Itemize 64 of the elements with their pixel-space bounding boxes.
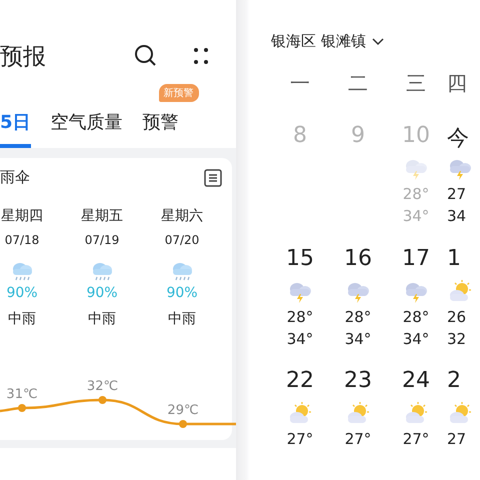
day-number[interactable]: 22: [286, 368, 314, 396]
precipitation-chance: 90%: [86, 285, 118, 301]
weekday-label: 星期四: [1, 207, 43, 225]
low-temperature: 27°: [402, 430, 430, 448]
low-temperature: 26: [447, 308, 466, 326]
chevron-down-icon[interactable]: [372, 38, 384, 46]
day-number[interactable]: 2: [447, 368, 461, 396]
low-temperature: 28°: [402, 185, 430, 203]
tab[interactable]: 空气质量: [50, 110, 123, 148]
day-number[interactable]: 23: [344, 368, 372, 396]
day-number[interactable]: 16: [344, 246, 372, 274]
day-number[interactable]: 24: [402, 368, 430, 396]
date-label: 07/19: [84, 233, 120, 247]
day-number[interactable]: 1: [447, 246, 461, 274]
high-temperature: 32: [447, 330, 466, 348]
weekday-header: 一: [289, 70, 311, 96]
weather-condition: 中雨: [8, 310, 36, 328]
tab[interactable]: 预警: [142, 110, 179, 148]
day-number[interactable]: 今: [447, 123, 469, 151]
sun-cloud-icon: [447, 280, 473, 304]
thunderstorm-icon: [403, 157, 429, 181]
high-temperature: 34°: [286, 330, 314, 348]
date-label: 07/20: [164, 233, 200, 247]
sun-cloud-icon: [345, 402, 371, 426]
sun-cloud-icon: [403, 402, 429, 426]
day-number[interactable]: 17: [402, 246, 430, 274]
new-badge: 新预警: [158, 84, 199, 102]
precipitation-chance: 90%: [166, 285, 198, 301]
low-temperature: 27: [447, 430, 466, 448]
weekday-label: 星期六: [161, 207, 203, 225]
low-temperature: 28°: [344, 308, 372, 326]
high-temperature: 34°: [344, 330, 372, 348]
list-icon[interactable]: [204, 168, 222, 186]
weather-condition: 中雨: [168, 310, 196, 328]
location-label[interactable]: 银海区 银滩镇: [271, 32, 366, 51]
sun-cloud-icon: [447, 402, 473, 426]
weekday-header: 二: [347, 70, 369, 96]
precipitation-chance: 90%: [6, 285, 38, 301]
thunderstorm-icon: [287, 280, 313, 304]
weather-condition: 中雨: [88, 310, 116, 328]
high-temperature: 34°: [402, 330, 430, 348]
thunderstorm-icon: [447, 157, 473, 181]
day-number[interactable]: 15: [286, 246, 314, 274]
weekday-header: 四: [446, 70, 467, 96]
low-temperature: 28°: [286, 308, 314, 326]
high-temperature: 34: [447, 207, 466, 225]
card-title: 雨伞: [0, 168, 30, 187]
temperature-label: 32℃: [86, 379, 118, 394]
more-icon[interactable]: [194, 48, 208, 64]
high-temperature: 34°: [402, 207, 430, 225]
weekday-label: 星期五: [81, 207, 123, 225]
low-temperature: 27: [447, 185, 466, 203]
thunderstorm-icon: [345, 280, 371, 304]
low-temperature: 27°: [344, 430, 372, 448]
date-label: 07/18: [4, 233, 40, 247]
page-title: 预报: [0, 42, 47, 72]
low-temperature: 28°: [402, 308, 430, 326]
search-icon[interactable]: [134, 44, 158, 68]
temperature-label: 29℃: [167, 403, 199, 418]
weekday-header: 三: [405, 70, 427, 96]
temperature-label: 31℃: [6, 387, 38, 402]
low-temperature: 27°: [286, 430, 314, 448]
sun-cloud-icon: [287, 402, 313, 426]
thunderstorm-icon: [403, 280, 429, 304]
